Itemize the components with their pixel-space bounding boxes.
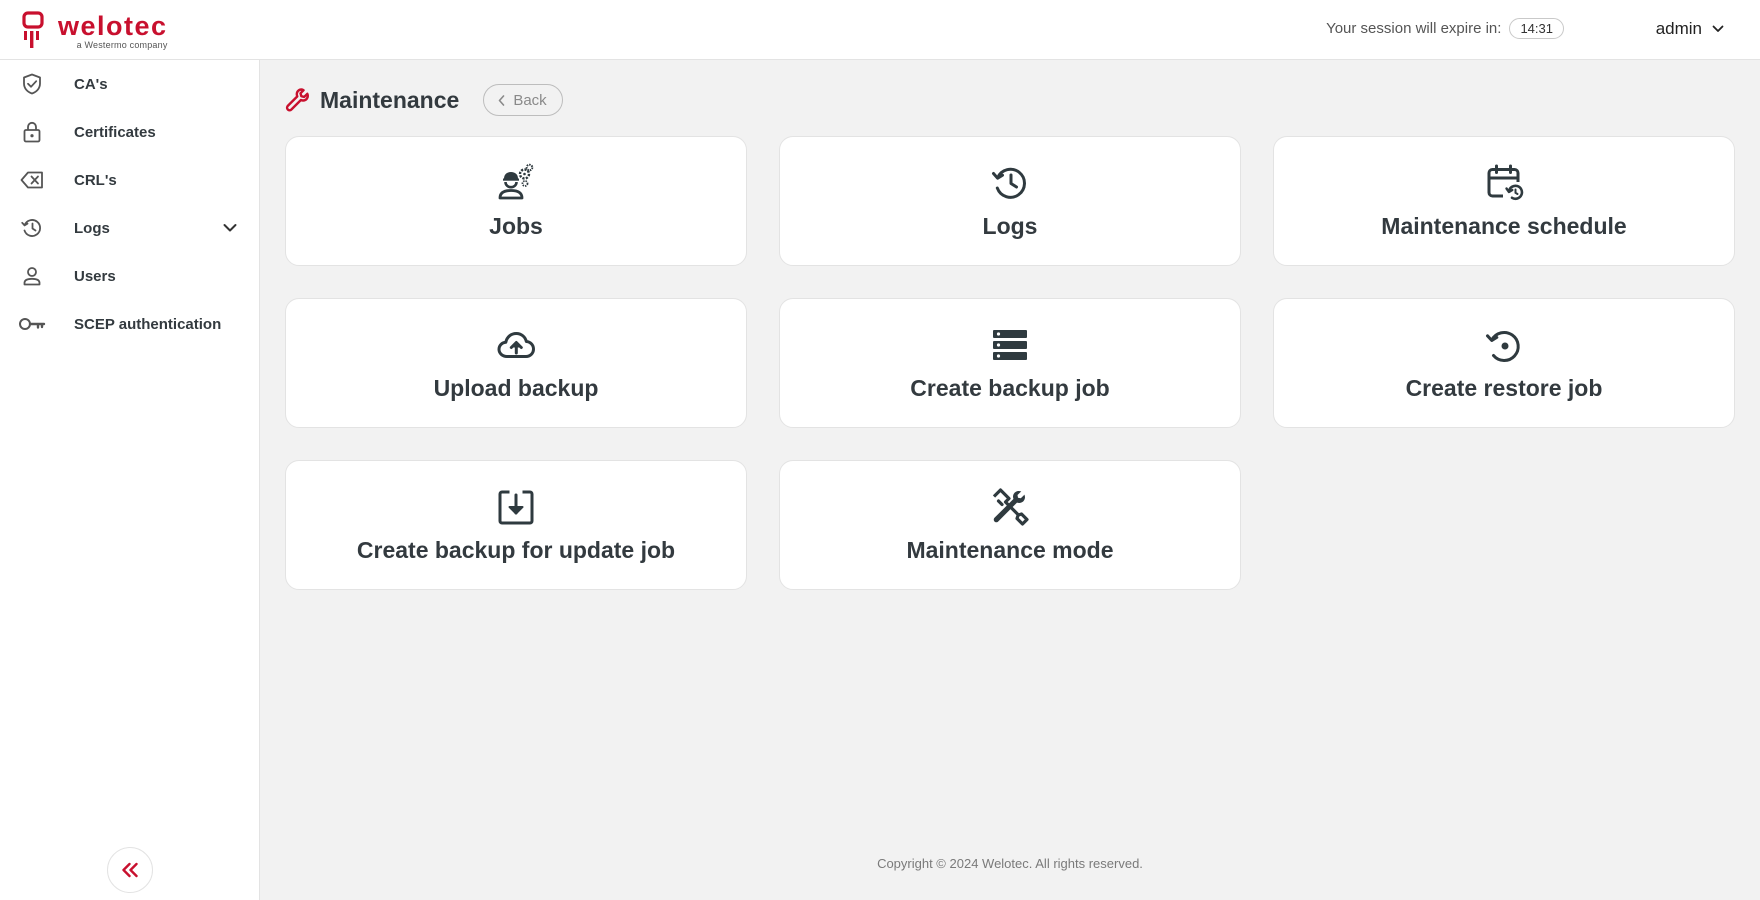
card-label: Upload backup (433, 375, 599, 401)
sidebar-item-label: SCEP authentication (74, 315, 222, 333)
session-expiry: Your session will expire in: 14:31 (1326, 18, 1564, 39)
card-label: Logs (982, 213, 1038, 239)
back-button[interactable]: Back (483, 84, 563, 116)
worker-gears-icon (498, 163, 534, 200)
collapse-sidebar-button[interactable] (107, 847, 153, 893)
user-icon (23, 267, 41, 286)
card-jobs[interactable]: Jobs (285, 136, 747, 266)
calendar-restore-icon (1487, 164, 1524, 201)
sidebar: CA's Certificates CRL's Logs Users SCEP … (0, 60, 260, 900)
sidebar-item-cas[interactable]: CA's (0, 60, 260, 108)
card-label: Maintenance schedule (1381, 213, 1627, 239)
session-timer: 14:31 (1509, 18, 1564, 39)
card-create-backup-for-update-job[interactable]: Create backup for update job (285, 460, 747, 590)
session-label: Your session will expire in: (1326, 20, 1502, 37)
sidebar-item-users[interactable]: Users (0, 252, 260, 300)
sidebar-item-label: CA's (74, 75, 108, 93)
page-title: Maintenance (320, 86, 460, 113)
brand-tagline: a Westermo company (76, 40, 168, 50)
restore-icon (1486, 330, 1520, 362)
card-create-backup-job[interactable]: Create backup job (779, 298, 1241, 428)
brand-name: welotec (58, 11, 168, 41)
sidebar-item-label: Users (74, 267, 116, 285)
card-label: Create backup job (910, 375, 1110, 401)
back-button-label: Back (513, 91, 547, 109)
brand-logo[interactable]: welotec a Westermo company (22, 11, 168, 50)
card-logs[interactable]: Logs (779, 136, 1241, 266)
card-label: Maintenance mode (906, 537, 1114, 563)
sidebar-item-label: Logs (74, 219, 110, 237)
history-icon (21, 219, 41, 237)
tools-icon (992, 488, 1029, 526)
page-heading: Maintenance Back (284, 83, 563, 117)
card-upload-backup[interactable]: Upload backup (285, 298, 747, 428)
lock-icon (23, 121, 41, 143)
top-header: welotec a Westermo company Your session … (0, 0, 1760, 60)
card-label: Jobs (489, 213, 543, 239)
download-box-icon (498, 490, 534, 525)
card-label: Create restore job (1405, 375, 1603, 401)
user-name: admin (1655, 19, 1702, 38)
chevron-down-icon (1712, 25, 1724, 32)
card-label: Create backup for update job (356, 537, 676, 563)
welotec-logo-icon (22, 11, 44, 48)
server-stack-icon (993, 330, 1027, 360)
chevron-down-icon[interactable] (222, 220, 238, 236)
sidebar-item-label: Certificates (74, 123, 156, 141)
chevron-left-icon (499, 94, 505, 106)
wrench-icon (285, 88, 309, 112)
sidebar-item-label: CRL's (74, 171, 117, 189)
card-maintenance-mode[interactable]: Maintenance mode (779, 460, 1241, 590)
shield-check-icon (23, 73, 41, 95)
sidebar-item-crls[interactable]: CRL's (0, 156, 260, 204)
sidebar-item-certificates[interactable]: Certificates (0, 108, 260, 156)
footer-copyright: Copyright © 2024 Welotec. All rights res… (877, 856, 1143, 871)
backspace-x-icon (20, 171, 43, 189)
sidebar-item-scep-authentication[interactable]: SCEP authentication (0, 300, 260, 348)
sidebar-item-logs[interactable]: Logs (0, 204, 260, 252)
chevrons-left-icon (122, 862, 138, 878)
key-icon (19, 318, 46, 330)
history-icon (992, 167, 1026, 199)
card-maintenance-schedule[interactable]: Maintenance schedule (1273, 136, 1735, 266)
user-menu[interactable]: admin (1656, 19, 1724, 39)
cloud-upload-icon (497, 332, 535, 358)
card-create-restore-job[interactable]: Create restore job (1273, 298, 1735, 428)
